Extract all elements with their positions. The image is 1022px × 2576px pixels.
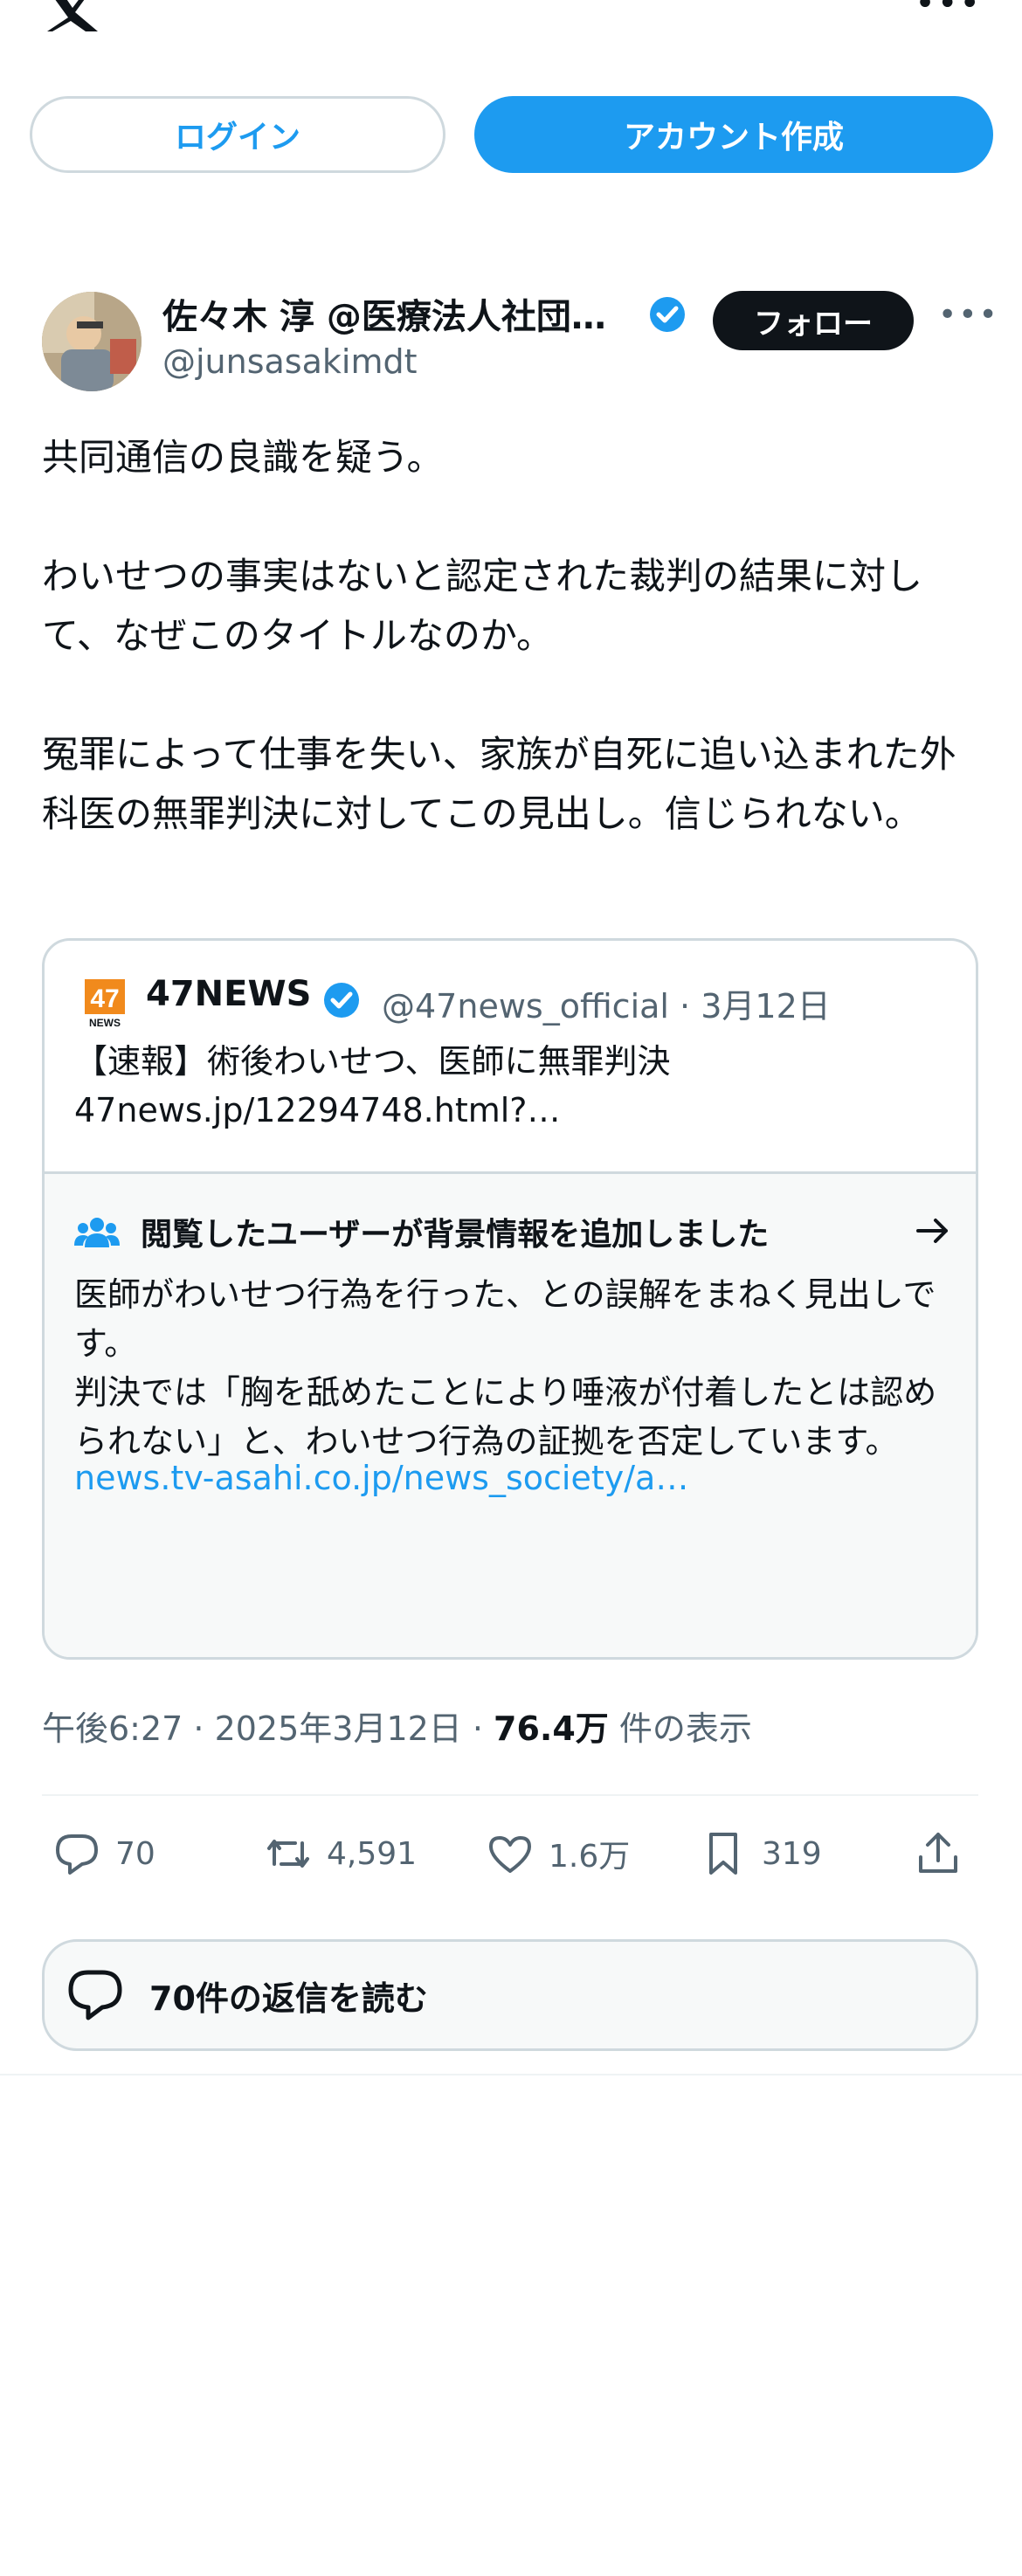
tweet-timestamp: 午後6:27 · 2025年3月12日 · 76.4万 件の表示 [42,1702,752,1750]
like-button[interactable]: 1.6万 [486,1829,630,1878]
read-replies-button[interactable]: 70件の返信を読む [42,1939,978,2051]
author-handle[interactable]: @junsasakimdt [162,342,418,381]
bookmark-button[interactable]: 319 [699,1829,822,1878]
divider [42,1794,978,1796]
views-count: 76.4万 [494,1709,609,1748]
login-button[interactable]: ログイン [30,96,445,173]
timestamp-text[interactable]: 午後6:27 · 2025年3月12日 · [42,1709,494,1748]
read-replies-label: 70件の返信を読む [149,1979,428,2018]
heart-icon [489,1836,531,1873]
bookmark-icon [709,1833,737,1875]
like-count: 1.6万 [549,1839,631,1875]
people-icon [74,1218,120,1247]
quoted-text: 【速報】術後わいせつ、医師に無罪判決 47news.jp/12294748.ht… [74,1042,671,1129]
retweet-count: 4,591 [327,1835,418,1872]
tweet-text: 共同通信の良識を疑う。 わいせつの事実はないと認定された裁判の結果に対して、なぜ… [42,436,956,835]
more-options-icon[interactable]: ••• [938,297,999,333]
views-label: 件の表示 [608,1709,752,1748]
47news-logo-icon: 47 NEWS [85,979,125,1028]
reply-button[interactable]: 70 [52,1829,155,1878]
retweet-icon [267,1840,309,1868]
community-notes-link[interactable]: news.tv-asahi.co.jp/news_society/a… [74,1459,688,1497]
verified-badge-icon [650,297,685,332]
author-name[interactable]: 佐々木 淳 @医療法人社団… [162,288,606,339]
bookmark-count: 319 [762,1835,822,1872]
share-icon [919,1833,957,1873]
share-button[interactable] [914,1829,977,1878]
47news-logo-sub: NEWS [89,1017,121,1028]
retweet-button[interactable]: 4,591 [264,1829,417,1878]
47news-logo-number: 47 [90,984,119,1013]
community-notes-title: 閲覧したユーザーが背景情報を追加しました [141,1217,770,1253]
quoted-tweet-card[interactable]: 47 NEWS 47NEWS @47news_official · 3月12日 … [42,938,978,1660]
community-notes[interactable]: 閲覧したユーザーが背景情報を追加しました 医師がわいせつ行為を行った、との誤解を… [45,1174,976,1657]
arrow-right-icon[interactable] [915,1212,951,1249]
x-logo-icon[interactable] [42,0,101,31]
community-notes-body: 医師がわいせつ行為を行った、との誤解をまねく見出しです。 判決では「胸を舐めたこ… [74,1275,937,1461]
quoted-meta: @47news_official · 3月12日 [382,987,831,1026]
avatar[interactable] [42,292,142,391]
quoted-author-name: 47NEWS [146,974,312,1014]
verified-badge-icon [324,983,359,1018]
reply-count: 70 [115,1835,155,1872]
reply-icon [56,1834,98,1875]
follow-button[interactable]: フォロー [713,291,914,350]
more-horizontal-icon[interactable]: ••• [915,0,982,21]
reply-icon [68,1970,122,2020]
divider [0,2074,1022,2075]
signup-button[interactable]: アカウント作成 [474,96,993,173]
